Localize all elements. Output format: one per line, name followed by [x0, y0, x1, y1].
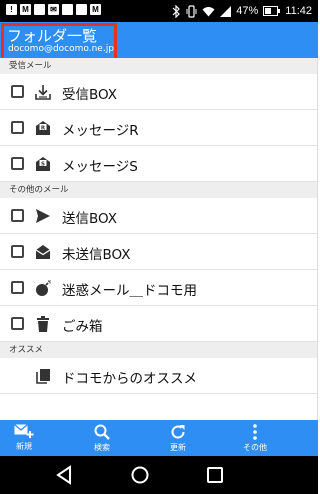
- notification-envelope-icon: ✉: [48, 4, 59, 15]
- bomb-icon: [36, 280, 51, 296]
- section-header-recommend: オススメ: [0, 342, 317, 358]
- signal-icon: [220, 5, 232, 17]
- notification-gmail-icon: M: [90, 4, 101, 15]
- notification-square-icon: [34, 4, 45, 15]
- section-header-other-mail: その他のメール: [0, 182, 317, 198]
- search-label: 検索: [94, 442, 110, 452]
- folder-row-docomo-recommend[interactable]: ドコモからのオススメ: [0, 358, 317, 394]
- copy-icon: [36, 369, 50, 384]
- folder-label: 受信BOX: [62, 87, 118, 103]
- notification-mail-icon: M: [20, 4, 31, 15]
- envelope-r-icon: R: [36, 121, 50, 135]
- notification-app2-icon: [76, 4, 87, 15]
- folder-row-message-r[interactable]: R メッセージR: [0, 110, 317, 146]
- folder-checkbox[interactable]: [11, 121, 24, 134]
- send-icon: [36, 209, 50, 223]
- folder-row-trash[interactable]: ごみ箱: [0, 306, 317, 342]
- folder-checkbox[interactable]: [11, 209, 24, 222]
- folder-checkbox[interactable]: [11, 245, 24, 258]
- folder-checkbox[interactable]: [11, 85, 24, 98]
- back-icon[interactable]: [54, 464, 76, 486]
- notification-alert-icon: !: [6, 4, 17, 15]
- more-options-label: その他: [243, 442, 267, 452]
- android-nav-bar: [0, 456, 318, 494]
- folder-checkbox[interactable]: [11, 157, 24, 170]
- folder-row-outbox[interactable]: 送信BOX: [0, 198, 317, 234]
- new-mail-label: 新規: [16, 442, 32, 451]
- search-icon: [94, 424, 110, 440]
- folder-row-message-s[interactable]: S メッセージS: [0, 146, 317, 182]
- folder-label: 未送信BOX: [62, 247, 131, 263]
- notification-icons: ! M ✉ M: [6, 4, 101, 15]
- bottom-toolbar: 新規 検索 更新 その他: [0, 420, 318, 456]
- folder-row-inbox[interactable]: 受信BOX: [0, 74, 317, 110]
- refresh-icon: [171, 424, 185, 439]
- battery-icon: [263, 6, 281, 16]
- page-title: フォルダ一覧: [7, 27, 98, 45]
- folder-label: ごみ箱: [62, 319, 103, 335]
- folder-row-unsent[interactable]: 未送信BOX: [0, 234, 317, 270]
- app-header: フォルダ一覧 docomo@docomo.ne.jp: [0, 22, 318, 63]
- new-mail-button[interactable]: 新規: [6, 420, 42, 456]
- clock-time: 11:42: [285, 5, 312, 17]
- wifi-icon: [202, 6, 215, 16]
- status-bar: ! M ✉ M 47% 11:42: [0, 0, 318, 22]
- folder-checkbox[interactable]: [11, 281, 24, 294]
- recent-apps-icon[interactable]: [204, 464, 226, 486]
- refresh-label: 更新: [170, 442, 186, 452]
- bluetooth-icon: [172, 4, 181, 18]
- svg-text:S: S: [41, 161, 45, 167]
- account-address: docomo@docomo.ne.jp: [8, 44, 114, 54]
- notification-app-icon: [62, 4, 73, 15]
- battery-percent: 47%: [236, 5, 259, 17]
- vibrate-icon: [186, 4, 197, 18]
- more-options-button[interactable]: その他: [236, 420, 274, 456]
- home-icon[interactable]: [129, 464, 151, 486]
- folder-label: ドコモからのオススメ: [62, 371, 197, 387]
- inbox-download-icon: [35, 85, 51, 100]
- envelope-s-icon: S: [36, 157, 50, 171]
- folder-row-spam[interactable]: 迷惑メール＿ドコモ用: [0, 270, 317, 306]
- folder-label: メッセージS: [62, 159, 138, 175]
- more-vertical-icon: [253, 423, 257, 440]
- search-button[interactable]: 検索: [84, 420, 120, 456]
- refresh-button[interactable]: 更新: [160, 420, 196, 456]
- folder-list: 受信メール 受信BOX R メッセージR S メッセージS その他のメール 送信…: [0, 58, 318, 420]
- trash-icon: [37, 316, 49, 332]
- envelope-open-icon: [35, 245, 51, 259]
- folder-checkbox[interactable]: [11, 317, 24, 330]
- section-header-inbox: 受信メール: [0, 58, 317, 74]
- folder-label: 送信BOX: [62, 211, 118, 227]
- folder-label: メッセージR: [62, 123, 139, 139]
- compose-mail-icon: [14, 424, 34, 438]
- folder-label: 迷惑メール＿ドコモ用: [62, 283, 197, 299]
